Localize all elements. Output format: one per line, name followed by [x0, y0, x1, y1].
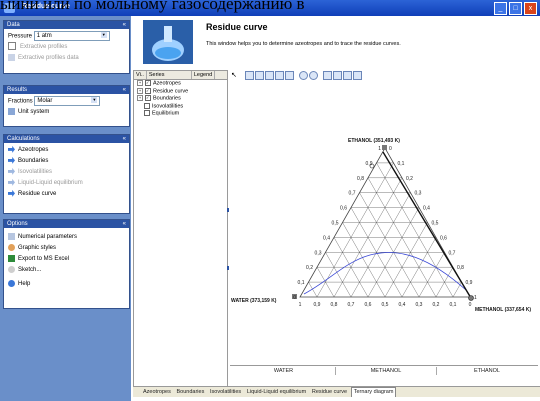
tick-label: 0,4: [399, 302, 406, 308]
splitter-handle-bottom[interactable]: [227, 266, 229, 270]
tick-label: 0,3: [315, 250, 322, 256]
grid-line: [308, 282, 318, 298]
results-table: WATER METHANOL ETHANOL: [230, 365, 538, 376]
tick-label: 0,9: [314, 302, 321, 308]
tick-label: 0: [389, 146, 392, 152]
ternary-diagram: ETHANOL (351,493 K) WATER (373,159 K) ME…: [227, 138, 531, 313]
tick-label: 0,8: [457, 265, 464, 271]
ethanol-vertex-marker: [382, 145, 387, 150]
tick-label: 0,2: [406, 176, 413, 182]
tick-label: 0,1: [398, 161, 405, 167]
splitter-handle-top[interactable]: [227, 208, 229, 212]
tab-ternary-diagram[interactable]: Ternary diagram: [350, 387, 397, 397]
tick-label: 0,5: [432, 221, 439, 227]
boundary-line: [382, 151, 472, 299]
tick-label: 0,3: [416, 302, 423, 308]
table-header-water: WATER: [232, 367, 336, 375]
tab-boundaries[interactable]: Boundaries: [175, 388, 207, 397]
tick-label: 0,1: [298, 280, 305, 286]
tick-label: 1: [378, 146, 381, 152]
grid-line: [342, 222, 386, 298]
tick-label: 0,2: [433, 302, 440, 308]
tick-label: 0,3: [415, 191, 422, 197]
tick-label: 0,4: [423, 206, 430, 212]
tick-label: 0,5: [382, 302, 389, 308]
tick-label: 1: [474, 295, 477, 301]
tick-label: 0,6: [440, 235, 447, 241]
tick-label: 0,8: [331, 302, 338, 308]
tab-azeotropes[interactable]: Azeotropes: [141, 388, 173, 397]
residue-curve: [303, 252, 467, 295]
table-header-ethanol: ETHANOL: [474, 368, 500, 374]
tick-label: 1: [299, 302, 302, 308]
tick-label: 0: [469, 302, 472, 308]
grid-line: [325, 252, 352, 298]
bottom-tabs: Azeotropes Boundaries Isovolatilities Li…: [133, 386, 540, 397]
tick-label: 0,2: [306, 265, 313, 271]
tab-isovolatilities[interactable]: Isovolatilities: [208, 388, 243, 397]
methanol-vertex-marker: [468, 295, 474, 301]
tick-label: 0: [293, 295, 296, 301]
tick-label: 0,7: [449, 250, 456, 256]
tick-label: 0,7: [349, 191, 356, 197]
tick-label: 0,9: [466, 280, 473, 286]
tick-label: 0,6: [340, 206, 347, 212]
grid-line: [418, 252, 445, 298]
tick-label: 0,7: [348, 302, 355, 308]
vertex-label-left: WATER (373,159 K): [231, 298, 277, 304]
vertex-label-top: ETHANOL (351,493 K): [348, 138, 400, 144]
tick-label: 0,5: [332, 221, 339, 227]
grid-line: [452, 282, 462, 298]
tab-residue-curve[interactable]: Residue curve: [310, 388, 349, 397]
grid-line: [350, 192, 411, 298]
grid-line: [316, 162, 394, 298]
tab-liquid-liquid[interactable]: Liquid-Liquid equilibrium: [245, 388, 308, 397]
grid-line: [376, 162, 454, 298]
tick-label: 0,6: [365, 302, 372, 308]
vertex-label-right: METHANOL (337,654 K): [475, 307, 531, 313]
tick-label: 0,1: [450, 302, 457, 308]
table-header-methanol: METHANOL: [336, 367, 437, 375]
tick-label: 0,8: [357, 176, 364, 182]
tick-label: 0,4: [323, 235, 330, 241]
grid-line: [359, 192, 420, 298]
tick-label: 0,9: [366, 161, 373, 167]
